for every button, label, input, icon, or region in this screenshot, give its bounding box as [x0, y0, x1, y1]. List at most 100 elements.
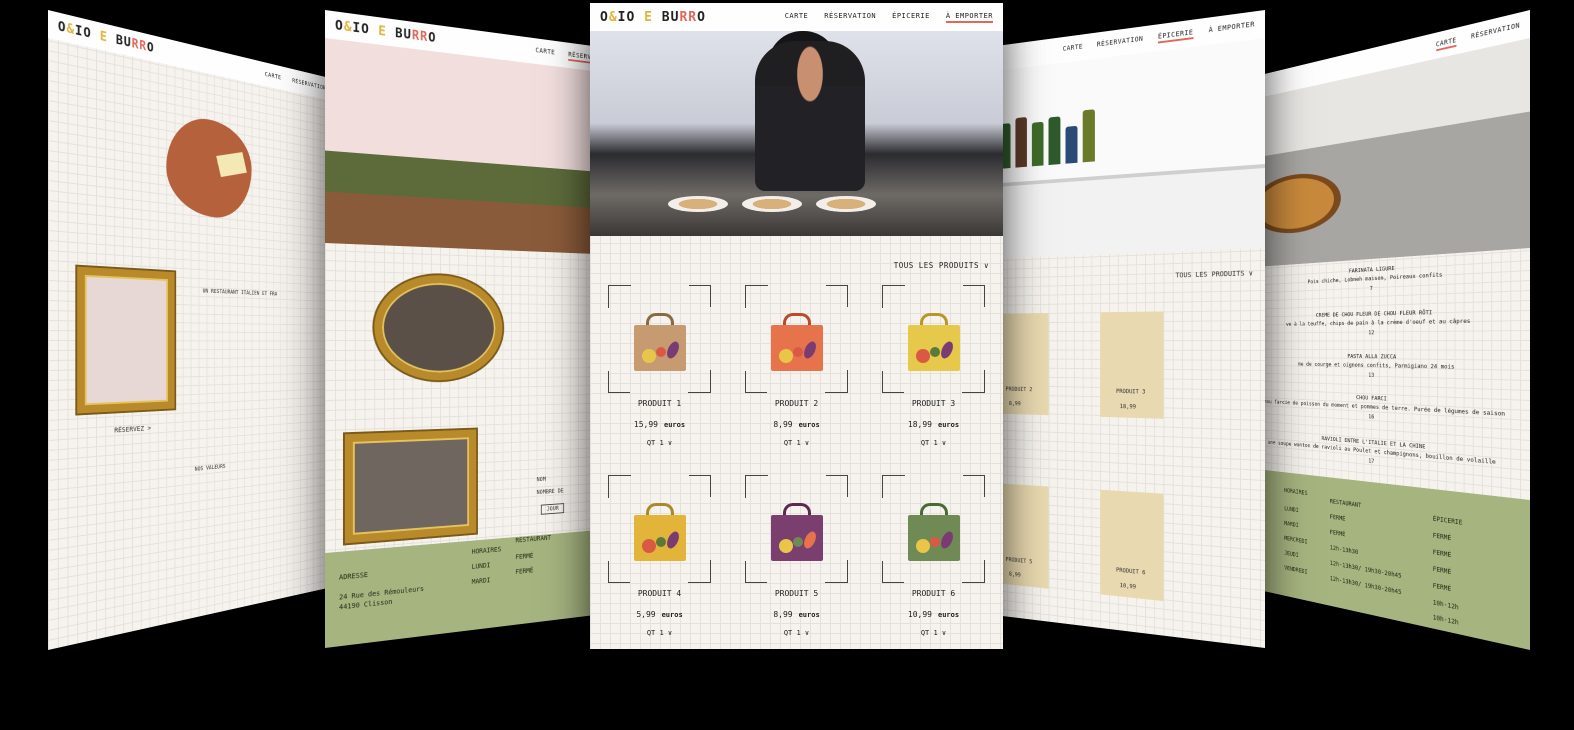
oval-mirror	[374, 273, 503, 382]
product-card[interactable]: PRODUIT 2 8,99 euros QT 1 ∨	[741, 285, 852, 457]
box-body	[633, 325, 686, 371]
dining-room-photo	[325, 38, 618, 255]
product-name: PRODUIT 3	[911, 399, 956, 408]
chef-hero-photo	[590, 31, 1003, 236]
product-price: 8,99 euros	[773, 610, 820, 619]
horaires-label: HORAIRES	[1284, 487, 1308, 497]
epi-hours: FERMÉ	[1432, 548, 1452, 559]
nav-reservation[interactable]: RÉSERVATION	[1471, 21, 1520, 43]
restaurant-label: RESTAURANT	[1329, 497, 1362, 510]
day: MERCREDI	[1284, 534, 1308, 546]
header: O&IO E BURRO CARTE RÉSERVATION	[48, 10, 333, 101]
day: MARDI	[1284, 519, 1299, 529]
qty-select[interactable]: QT 1 ∨	[741, 439, 852, 447]
menu-item: CHOU FARCI chou farcie de poisson du mom…	[1252, 389, 1521, 431]
page-epicerie: CARTE RÉSERVATION ÉPICERIE À EMPORTER TO…	[959, 10, 1265, 648]
product-name: PRODUIT 1	[637, 399, 682, 408]
product-card[interactable]: PRODUIT 1 15,99 euros QT 1 ∨	[604, 285, 715, 457]
gift-box-image	[907, 309, 960, 371]
day-lundi: LUNDI	[471, 561, 491, 571]
product-price: 8,99 euros	[773, 420, 820, 429]
filter-dropdown[interactable]: TOUS LES PRODUITS ∨	[894, 261, 989, 270]
product-frame	[882, 285, 985, 393]
reserve-link[interactable]: RÉSERVEZ >	[114, 424, 151, 436]
filter-dropdown[interactable]: TOUS LES PRODUITS ∨	[1175, 268, 1252, 280]
logo[interactable]: O&IO E BURRO	[600, 10, 706, 25]
resto-hours: FERMÉ	[1329, 528, 1346, 539]
form-nombre[interactable]: NOMBRE DE	[537, 487, 564, 497]
product-frame	[745, 285, 848, 393]
product-frame	[608, 475, 711, 583]
product-card[interactable]: PRODUIT 5 8,99 euros QT 1 ∨	[741, 475, 852, 647]
grocery-shelf-photo	[959, 38, 1265, 260]
product-card[interactable]: PRODUIT 3 18,99 euros QT 1 ∨	[878, 285, 989, 457]
gift-box-image	[770, 309, 823, 371]
mockup-stage: O&IO E BURRO CARTE RÉSERVATION UN RESTAU…	[0, 0, 1574, 730]
nav-emporter[interactable]: À EMPORTER	[1209, 20, 1255, 37]
plates	[631, 196, 912, 214]
page-home: O&IO E BURRO CARTE RÉSERVATION UN RESTAU…	[48, 10, 333, 650]
product-name: PRODUIT 6	[911, 589, 956, 598]
nav-carte[interactable]: CARTE	[535, 46, 555, 59]
menu-item: PASTA ALLA ZUCCA me de courge et oignons…	[1252, 351, 1521, 384]
form-nom[interactable]: NOM	[537, 475, 546, 484]
product-grid: PRODUIT 1 15,99 euros QT 1 ∨ PRODUIT 2 8,…	[604, 285, 989, 647]
nav-carte[interactable]: CARTE	[1063, 42, 1083, 55]
product-name: PRODUIT 4	[637, 589, 682, 598]
nav: CARTE RÉSERVATION ÉPICERIE À EMPORTER	[785, 12, 993, 23]
nav-epicerie[interactable]: ÉPICERIE	[1157, 27, 1194, 44]
gift-box-image	[633, 499, 686, 561]
box-body	[770, 325, 823, 371]
product-price: 8,99	[1008, 571, 1021, 579]
butter-illustration	[216, 152, 247, 178]
gift-box-image	[633, 309, 686, 371]
epi-hours: 10h-12h	[1432, 613, 1459, 627]
nav-epicerie[interactable]: ÉPICERIE	[892, 12, 930, 23]
menu-item: CREME DE CHOU FLEUR DE CHOU FLEUR RÔTI v…	[1252, 305, 1521, 337]
nav-carte[interactable]: CARTE	[1435, 35, 1457, 51]
box-body	[907, 325, 960, 371]
gift-box-image	[907, 499, 960, 561]
epi-hours: FERMÉ	[1432, 581, 1452, 593]
product-name: PRODUIT 5	[1005, 556, 1033, 566]
form-jour[interactable]: JOUR	[540, 503, 565, 515]
product-name: PRODUIT 3	[1116, 388, 1146, 396]
product-card[interactable]: PRODUIT 6 10,99	[1100, 489, 1164, 602]
resto-hours: 12h-13h30	[1329, 544, 1359, 556]
product-price: 10,99	[1119, 582, 1136, 591]
chef	[755, 41, 866, 191]
nav-carte[interactable]: CARTE	[265, 71, 281, 81]
nav-reservation[interactable]: RÉSERVATION	[824, 12, 876, 23]
qty-select[interactable]: QT 1 ∨	[878, 439, 989, 447]
hours-mardi: FERMÉ	[515, 566, 534, 576]
nav-reservation[interactable]: RÉSERVATION	[292, 77, 326, 91]
resto-hours: 12h-13h30/ 19h30-20h45	[1329, 574, 1402, 597]
product-card[interactable]: PRODUIT 6 10,99 euros QT 1 ∨	[878, 475, 989, 647]
product-name: PRODUIT 5	[774, 589, 819, 598]
qty-select[interactable]: QT 1 ∨	[878, 629, 989, 637]
logo[interactable]: O&IO E BURRO	[58, 19, 155, 56]
product-price: 18,99	[1119, 403, 1136, 411]
footer-hours: HORAIRES RESTAURANT ÉPICERIE LUNDI MARDI…	[1245, 467, 1530, 650]
epi-hours: 10h-12h	[1432, 598, 1459, 612]
nav-emporter[interactable]: À EMPORTER	[945, 12, 993, 23]
address-label: ADRESSE	[339, 571, 369, 582]
values-heading: NOS VALEURS	[194, 463, 226, 473]
day-mardi: MARDI	[471, 576, 491, 586]
product-price: 10,99 euros	[907, 610, 960, 619]
nav-reservation[interactable]: RÉSERVATION	[1097, 34, 1143, 50]
box-body	[770, 515, 823, 561]
nav: CARTE RÉSERVATION	[265, 71, 326, 92]
nav-carte[interactable]: CARTE	[785, 12, 809, 23]
epi-hours: FERMÉ	[1432, 531, 1452, 543]
epicerie-label: ÉPICERIE	[1432, 515, 1463, 527]
gift-box-image	[770, 499, 823, 561]
qty-select[interactable]: QT 1 ∨	[604, 439, 715, 447]
product-frame	[745, 475, 848, 583]
product-card[interactable]: PRODUIT 3 18,99	[1100, 311, 1164, 419]
page-emporter: O&IO E BURRO CARTE RÉSERVATION ÉPICERIE …	[590, 3, 1003, 649]
qty-select[interactable]: QT 1 ∨	[604, 629, 715, 637]
product-card[interactable]: PRODUIT 4 5,99 euros QT 1 ∨	[604, 475, 715, 647]
qty-select[interactable]: QT 1 ∨	[741, 629, 852, 637]
product-price: 5,99 euros	[636, 610, 683, 619]
